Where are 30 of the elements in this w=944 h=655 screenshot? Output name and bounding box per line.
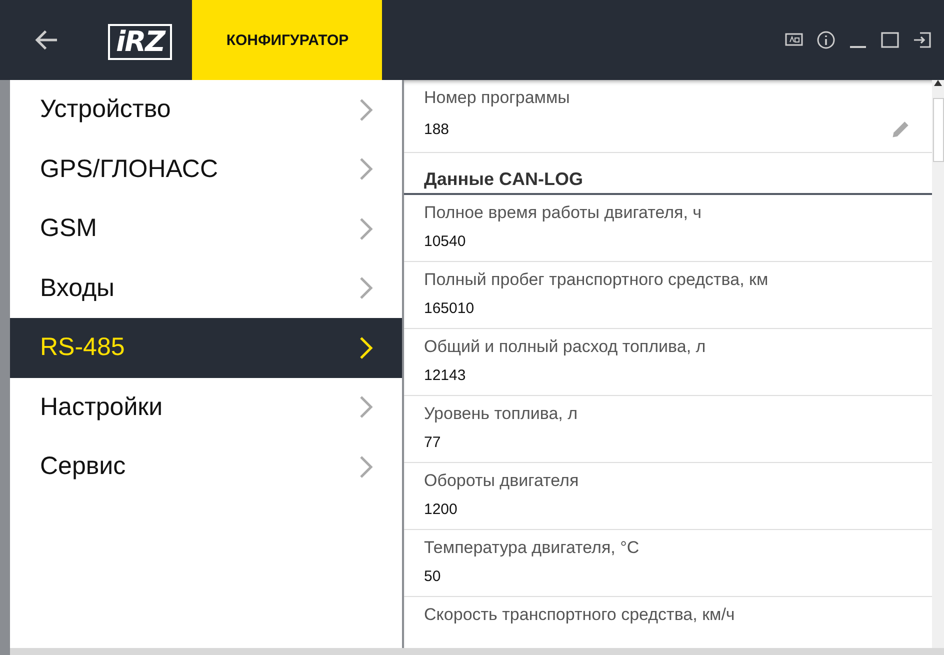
field-value: 12143 xyxy=(424,367,466,384)
field-value: 10540 xyxy=(424,233,466,250)
exit-icon[interactable] xyxy=(912,30,932,50)
field-label: Общий и полный расход топлива, л xyxy=(424,337,707,357)
chevron-icon xyxy=(358,275,374,302)
configurator-tab[interactable]: КОНФИГУРАТОР xyxy=(192,0,382,80)
chevron-icon xyxy=(358,454,374,480)
field-value: 165010 xyxy=(424,300,474,317)
maximize-icon[interactable] xyxy=(880,30,900,50)
field-label: Обороты двигателя xyxy=(424,471,580,491)
field-label: Уровень топлива, л xyxy=(424,404,579,424)
field-value: 188 xyxy=(424,120,450,138)
field-label: Номер программы xyxy=(424,88,571,108)
scrollbar-thumb[interactable] xyxy=(932,98,944,162)
field-label: Температура двигателя, °C xyxy=(424,538,640,558)
chevron-icon xyxy=(358,96,374,123)
field-label: Полное время работы двигателя, ч xyxy=(424,203,703,223)
field-value: 77 xyxy=(424,434,441,451)
logo: iRZ xyxy=(108,24,172,60)
chevron-icon xyxy=(358,334,374,361)
field-label: Скорость транспортного средства, км/ч xyxy=(424,605,736,625)
field-value: 1200 xyxy=(424,501,458,518)
chevron-icon xyxy=(358,216,374,242)
chevron-icon xyxy=(358,394,374,420)
chevron-icon xyxy=(358,156,374,182)
field-label: Полный пробег транспортного средства, км xyxy=(424,270,770,290)
sidebar-item[interactable]: RS-485 xyxy=(10,318,402,378)
field-value: 50 xyxy=(424,568,441,585)
section-heading: Данные CAN-LOG xyxy=(424,169,583,191)
info-icon[interactable] xyxy=(816,30,836,50)
